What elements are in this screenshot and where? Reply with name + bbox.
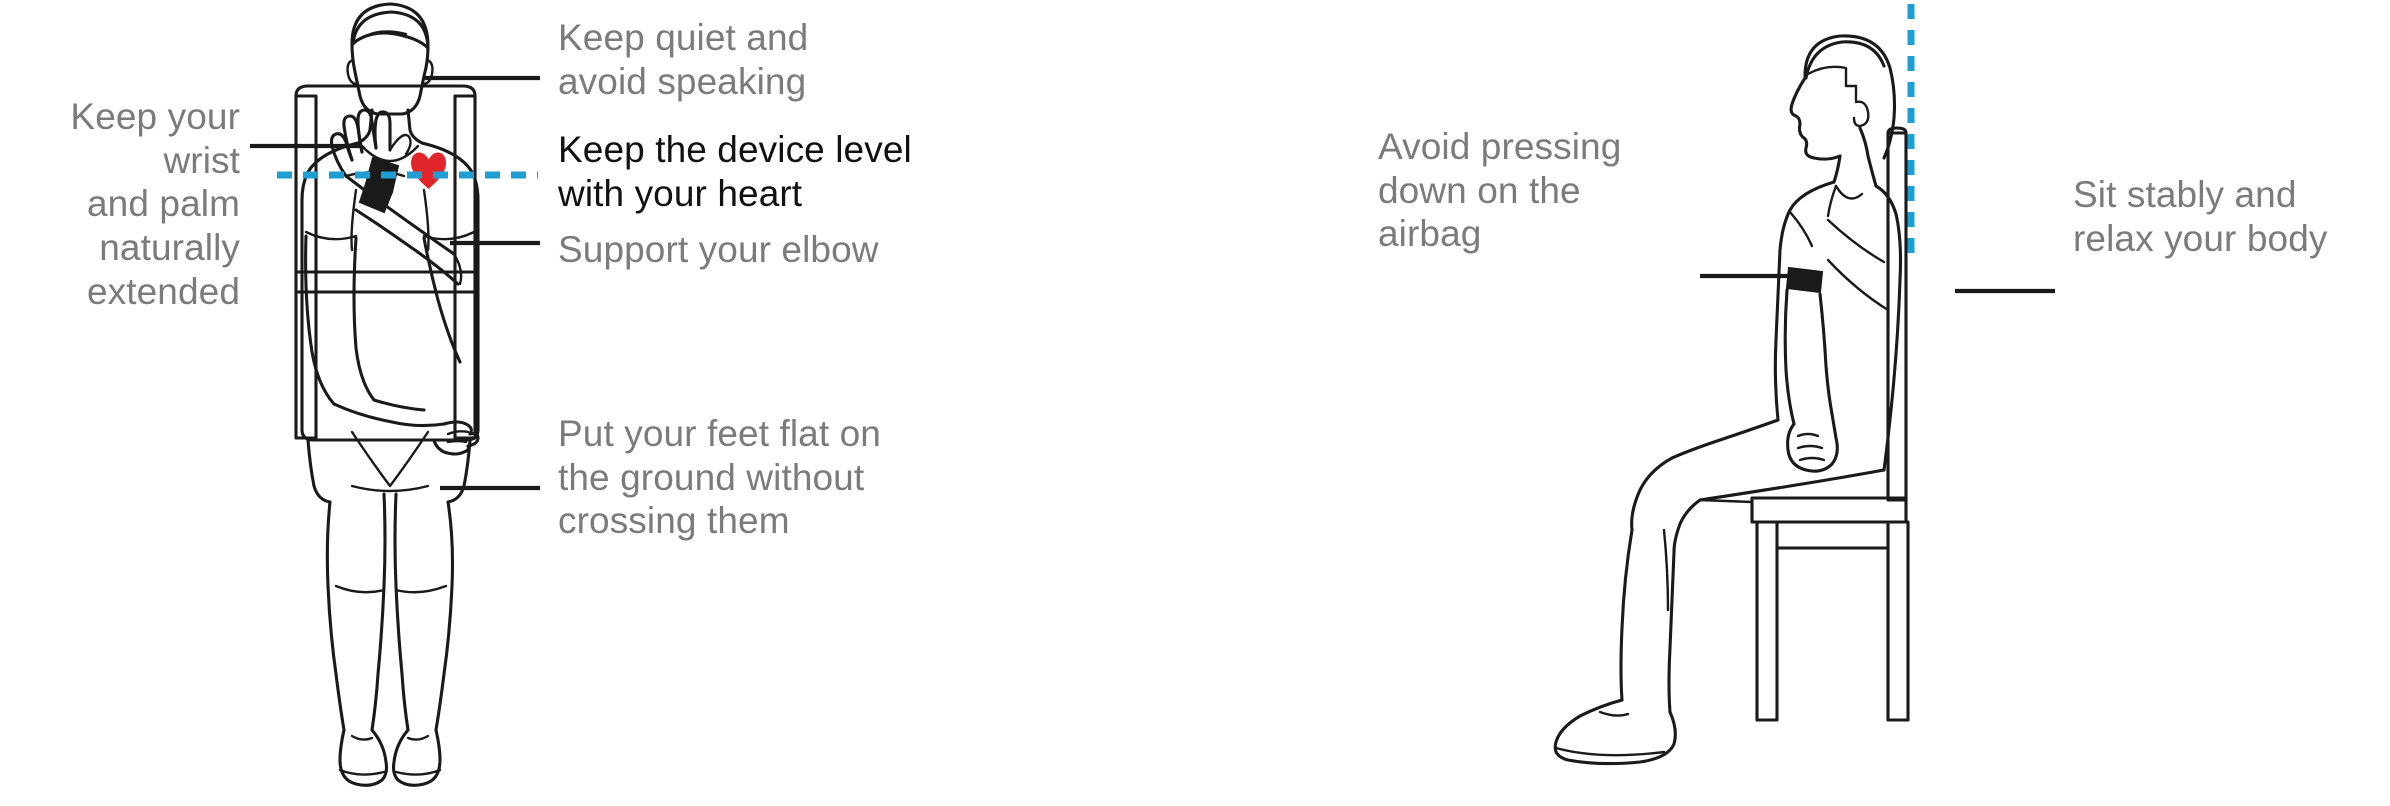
label-keep-quiet: Keep quiet and avoid speaking xyxy=(558,17,809,102)
wrist-device-icon xyxy=(358,156,400,214)
upper-arm-cuff-icon xyxy=(1785,266,1824,294)
label-support-elbow: Support your elbow xyxy=(558,229,879,270)
heart-icon xyxy=(411,152,446,189)
diagram-canvas: Keep your wrist and palm naturally exten… xyxy=(0,0,2390,806)
label-avoid-pressing-airbag: Avoid pressing down on the airbag xyxy=(1378,126,1622,255)
label-sit-stably-relax: Sit stably and relax your body xyxy=(2073,174,2328,259)
right-chair xyxy=(1750,126,1910,722)
label-keep-device-level-with-heart: Keep the device level with your heart xyxy=(558,129,912,214)
diagram-artwork xyxy=(250,2,2055,787)
left-figure-front-view xyxy=(300,2,480,787)
label-keep-wrist-palm-extended: Keep your wrist and palm naturally exten… xyxy=(70,96,240,312)
label-put-feet-flat: Put your feet flat on the ground without… xyxy=(558,413,881,542)
